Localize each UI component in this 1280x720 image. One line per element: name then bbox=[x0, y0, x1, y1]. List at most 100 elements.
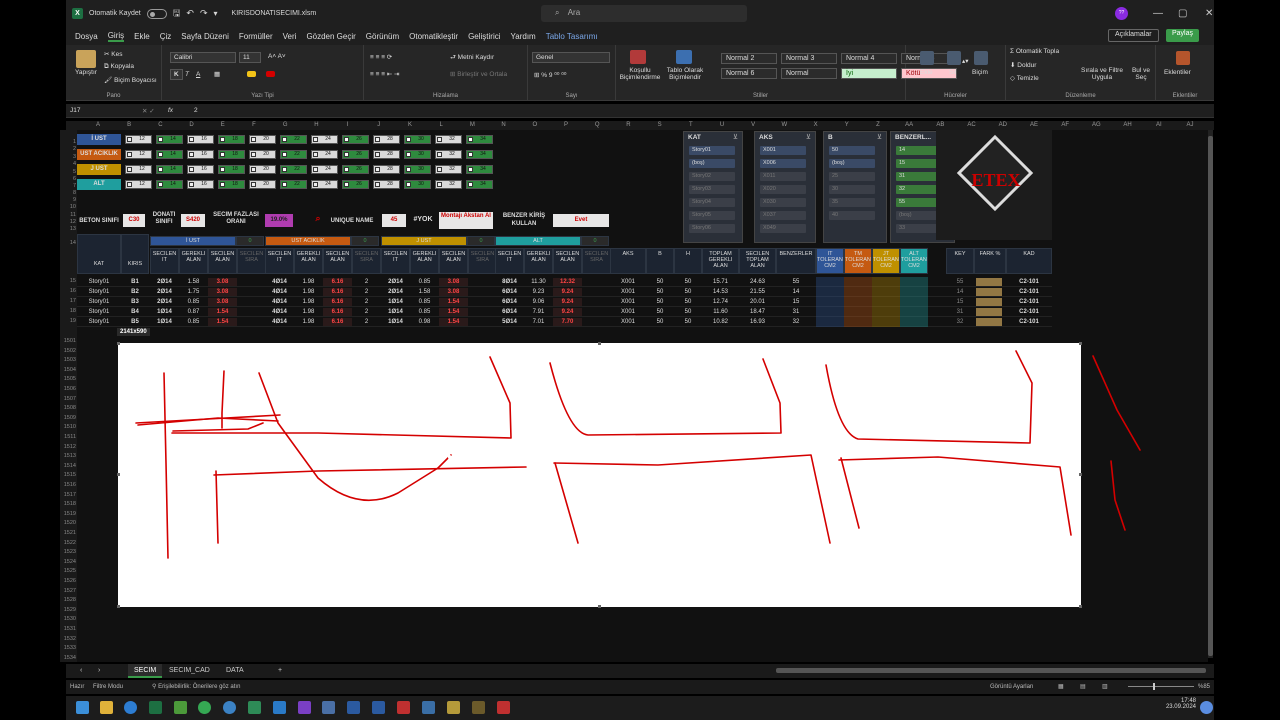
cell-value[interactable]: 2Ø14 bbox=[381, 288, 410, 296]
cell-value[interactable]: 9.24 bbox=[553, 288, 582, 296]
cell-value[interactable]: 1.98 bbox=[294, 278, 323, 286]
cell-b[interactable]: 50 bbox=[646, 278, 674, 286]
cell-value[interactable]: 3.08 bbox=[439, 288, 468, 296]
table-row[interactable]: Story01 B2 2Ø14 1.75 3.08 4Ø14 1.98 6.16 2 2Ø14 1.… bbox=[77, 287, 1052, 297]
cell-value[interactable]: 2Ø14 bbox=[381, 278, 410, 286]
wrap-text-button[interactable]: ⮐ Metni Kaydır bbox=[450, 53, 494, 64]
column-header[interactable]: A bbox=[88, 122, 108, 128]
row-header[interactable]: 1530 bbox=[61, 616, 76, 622]
ink-stroke[interactable] bbox=[258, 372, 439, 501]
slicer-item[interactable]: (boş) bbox=[689, 159, 735, 168]
row-header[interactable]: 1518 bbox=[61, 501, 76, 507]
cell-benz[interactable]: 55 bbox=[776, 278, 816, 286]
row-header[interactable]: 1533 bbox=[61, 645, 76, 651]
column-header[interactable]: P bbox=[556, 122, 576, 128]
ink-stroke[interactable] bbox=[221, 370, 225, 429]
cell-value[interactable]: 3.08 bbox=[208, 298, 237, 306]
cell-value[interactable]: 1.54 bbox=[208, 308, 237, 316]
menu-item[interactable]: Dosya bbox=[75, 32, 98, 41]
align-top-icon[interactable]: ≡ ≡ ≡ ⟳ bbox=[370, 53, 392, 61]
close-icon[interactable]: ✕ bbox=[1205, 8, 1213, 19]
accessibility-status[interactable]: ⚲ Erişilebilirlik: Önerilere göz atın bbox=[152, 680, 240, 694]
cell-value[interactable]: 9.24 bbox=[553, 298, 582, 306]
row-header[interactable]: 19 bbox=[61, 318, 76, 324]
cell-sec[interactable]: 20.01 bbox=[739, 298, 776, 306]
app-icon[interactable] bbox=[248, 701, 261, 714]
cell-kiris[interactable]: B5 bbox=[121, 318, 149, 326]
cell-value[interactable]: 9.06 bbox=[524, 298, 553, 306]
display-settings[interactable]: Görüntü Ayarları bbox=[990, 680, 1034, 694]
menu-item[interactable]: Sayfa Düzeni bbox=[181, 32, 229, 41]
cell-b[interactable]: 50 bbox=[646, 318, 674, 326]
tolerance-cell[interactable] bbox=[900, 307, 928, 317]
cell-value[interactable]: 2 bbox=[352, 318, 381, 326]
cell-kat[interactable]: Story01 bbox=[77, 318, 121, 326]
row-header[interactable]: 15 bbox=[61, 278, 76, 284]
delete-cells-icon[interactable] bbox=[947, 51, 961, 65]
cell-value[interactable]: 4Ø14 bbox=[265, 318, 294, 326]
format-painter-button[interactable]: 🖌 Biçim Boyacısı bbox=[104, 76, 157, 84]
slicer-item[interactable]: Story02 bbox=[689, 172, 735, 181]
cell-kad[interactable]: C2-101 bbox=[1006, 298, 1052, 306]
slicer-item[interactable]: X049 bbox=[760, 224, 806, 233]
windows-start-icon[interactable] bbox=[76, 701, 89, 714]
autosave-toggle[interactable] bbox=[146, 8, 167, 19]
filter-icon[interactable]: ⊻ bbox=[733, 133, 738, 141]
column-header[interactable]: AD bbox=[993, 122, 1013, 128]
cell-value[interactable]: 6.16 bbox=[323, 298, 352, 306]
cell-value[interactable]: 6Ø14 bbox=[495, 298, 524, 306]
row-header[interactable]: 3 bbox=[61, 154, 76, 160]
beton-value[interactable]: C30 bbox=[123, 214, 145, 227]
slicer-item[interactable]: Story01 bbox=[689, 146, 735, 155]
ink-stroke[interactable] bbox=[215, 470, 219, 544]
column-header[interactable]: G bbox=[275, 122, 295, 128]
cell-value[interactable]: 4Ø14 bbox=[265, 288, 294, 296]
menu-item[interactable]: Formüller bbox=[239, 32, 273, 41]
find-select-button[interactable]: Bul ve Seç bbox=[1128, 67, 1154, 81]
column-header[interactable]: V bbox=[743, 122, 763, 128]
resize-handle[interactable] bbox=[598, 342, 601, 345]
row-header[interactable]: 1503 bbox=[61, 357, 76, 363]
tolerance-cell[interactable] bbox=[844, 277, 872, 287]
column-header[interactable]: AE bbox=[1024, 122, 1044, 128]
cancel-icon[interactable]: ✕ ✓ bbox=[142, 107, 155, 115]
row-header[interactable]: 1521 bbox=[61, 530, 76, 536]
row-header[interactable]: 8 bbox=[61, 190, 76, 196]
menu-item[interactable]: Giriş bbox=[107, 31, 125, 42]
page-break-icon[interactable]: ▥ bbox=[1102, 680, 1108, 694]
app-icon[interactable] bbox=[322, 701, 335, 714]
menu-item[interactable]: Çiz bbox=[160, 32, 172, 41]
tolerance-cell[interactable] bbox=[844, 307, 872, 317]
cell-benz[interactable]: 15 bbox=[776, 298, 816, 306]
column-header[interactable]: M bbox=[462, 122, 482, 128]
filter-icon[interactable]: ⊻ bbox=[806, 133, 811, 141]
tolerance-cell[interactable] bbox=[872, 307, 900, 317]
format-cells-icon[interactable] bbox=[974, 51, 988, 65]
cell-benz[interactable]: 31 bbox=[776, 308, 816, 316]
cell-value[interactable]: 4Ø14 bbox=[265, 298, 294, 306]
row-header[interactable]: 1 bbox=[61, 139, 76, 145]
file-explorer-icon[interactable] bbox=[100, 701, 113, 714]
slicer-item[interactable]: 50 bbox=[829, 146, 875, 155]
resize-handle[interactable] bbox=[117, 473, 120, 476]
column-header[interactable]: O bbox=[525, 122, 545, 128]
page-layout-icon[interactable]: ▤ bbox=[1080, 680, 1086, 694]
column-header[interactable]: AF bbox=[1055, 122, 1075, 128]
cell-kat[interactable]: Story01 bbox=[77, 308, 121, 316]
ink-stroke[interactable] bbox=[825, 350, 1033, 444]
save-icon[interactable]: 🖫 bbox=[173, 6, 181, 22]
cell-style[interactable]: Normal 6 bbox=[721, 68, 777, 79]
slicer-kat[interactable]: KAT ⊻ Story01 (boş) Story02 Story03 Story04 Sto… bbox=[683, 131, 743, 243]
column-header[interactable]: K bbox=[400, 122, 420, 128]
tolerance-cell[interactable] bbox=[872, 287, 900, 297]
cell-value[interactable]: 2 bbox=[352, 288, 381, 296]
zoom-slider[interactable] bbox=[1128, 686, 1194, 687]
cell-value[interactable]: 2 bbox=[352, 278, 381, 286]
column-header[interactable]: T bbox=[681, 122, 701, 128]
row-header[interactable]: 1512 bbox=[61, 444, 76, 450]
font-name-select[interactable]: Calibri bbox=[170, 52, 236, 63]
autosum-button[interactable]: Σ Otomatik Topla bbox=[1010, 48, 1059, 55]
menu-item[interactable]: Ekle bbox=[134, 32, 150, 41]
app-icon[interactable] bbox=[497, 701, 510, 714]
tolerance-cell[interactable] bbox=[900, 277, 928, 287]
